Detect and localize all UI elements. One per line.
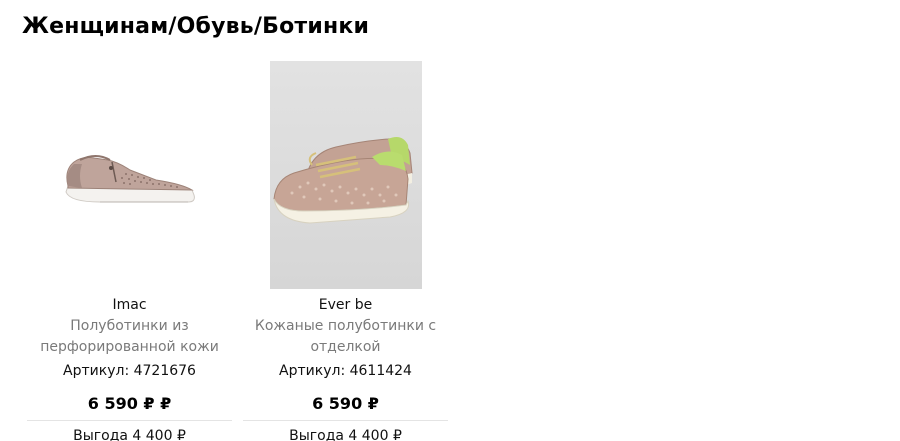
product-savings: Выгода 4 400 ₽ (27, 421, 232, 441)
product-photo (269, 61, 422, 289)
product-brand[interactable]: Imac (27, 295, 232, 315)
product-brand[interactable]: Ever be (243, 295, 448, 315)
sneaker-side-view-image (64, 155, 195, 203)
sneaker-pair-image (272, 137, 413, 224)
product-sku: Артикул: 4611424 (279, 363, 412, 379)
product-sku: Артикул: 4721676 (63, 363, 196, 379)
product-card[interactable]: Ever be Кожаные полуботинки с отделкой А… (243, 60, 448, 441)
product-price: 6 590 ₽ ₽ (27, 394, 232, 421)
product-savings: Выгода 4 400 ₽ (243, 421, 448, 441)
catalog-page: Женщинам/Обувь/Ботинки Imac Полуботинки … (0, 0, 900, 441)
product-description[interactable]: Полуботинки из перфорированной кожи (27, 316, 232, 358)
page-title: Женщинам/Обувь/Ботинки (22, 14, 370, 39)
product-card[interactable]: Imac Полуботинки из перфорированной кожи… (27, 60, 232, 441)
product-price: 6 590 ₽ (243, 394, 448, 421)
product-image[interactable] (27, 60, 232, 290)
product-description[interactable]: Кожаные полуботинки с отделкой (243, 316, 448, 358)
product-image[interactable] (243, 60, 448, 290)
